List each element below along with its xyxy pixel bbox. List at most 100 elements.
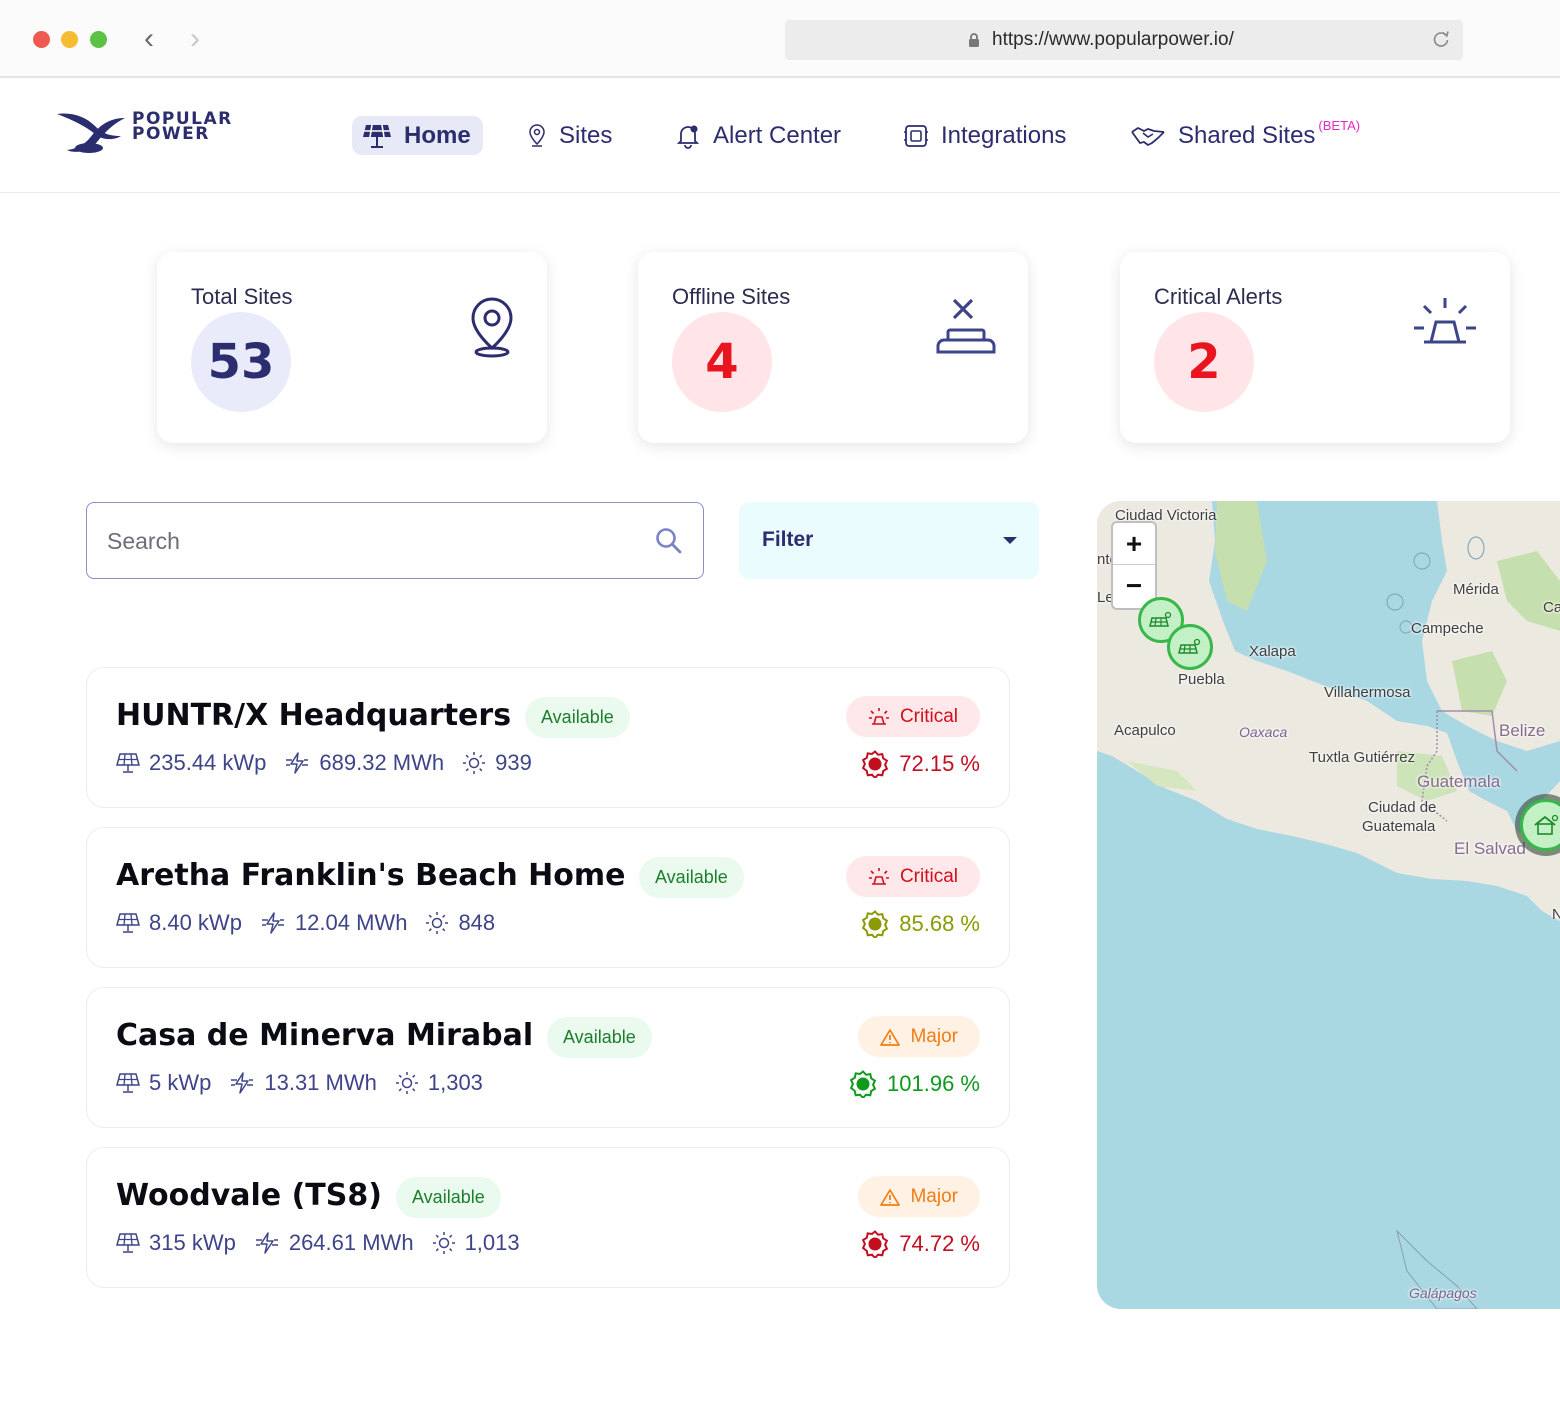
energy-metric: 13.31 MWh bbox=[229, 1070, 377, 1096]
map-label-merida: Mérida bbox=[1453, 581, 1499, 598]
severity-badge[interactable]: Major bbox=[858, 1176, 980, 1217]
energy-bolt-icon bbox=[255, 1232, 278, 1254]
lock-icon bbox=[969, 33, 979, 47]
severity-icon-slot bbox=[880, 1188, 910, 1206]
energy-bolt-icon bbox=[286, 752, 309, 774]
energy-value: 264.61 MWh bbox=[288, 1230, 414, 1255]
performance-icon-slot bbox=[861, 910, 899, 938]
site-name[interactable]: Casa de Minerva Mirabal bbox=[116, 1018, 533, 1053]
integrations-icon bbox=[904, 124, 928, 147]
warning-triangle-icon bbox=[880, 1188, 901, 1206]
map-label-ciudad-de-guatemala: Ciudad de bbox=[1368, 799, 1437, 816]
window-maximize-button[interactable] bbox=[90, 31, 107, 48]
popular-power-logo-icon[interactable] bbox=[55, 110, 127, 154]
capacity-metric: 235.44 kWp bbox=[116, 750, 266, 776]
home-site-icon bbox=[1534, 814, 1559, 835]
nav-shared-sites-label: Shared Sites bbox=[1178, 121, 1316, 149]
caret-down-icon bbox=[1003, 537, 1017, 544]
offline-sites-label: Offline Sites bbox=[672, 284, 791, 309]
map-label-el-salvador: El Salvad bbox=[1454, 839, 1526, 858]
irradiance-value: 1,013 bbox=[464, 1230, 520, 1255]
map-label-belize: Belize bbox=[1499, 721, 1546, 740]
zoom-in-button[interactable]: + bbox=[1113, 523, 1155, 565]
map-label-edge: Ca bbox=[1543, 599, 1560, 616]
nav-shared-sites[interactable]: Shared Sites (BETA) bbox=[1130, 116, 1360, 155]
warning-triangle-icon bbox=[880, 1028, 901, 1046]
sites-map[interactable]: Ciudad Victoria nte Le Mérida Ca Campech… bbox=[1097, 501, 1560, 1309]
site-metrics: 8.40 kWp 12.04 MWh 848 bbox=[116, 910, 513, 936]
search-input[interactable] bbox=[107, 523, 627, 559]
map-label-puebla: Puebla bbox=[1178, 671, 1225, 688]
status-badge: Available bbox=[639, 857, 744, 898]
performance-icon-slot bbox=[861, 750, 899, 778]
capacity-metric: 5 kWp bbox=[116, 1070, 211, 1096]
nav-sites[interactable]: Sites bbox=[527, 116, 612, 155]
window-close-button[interactable] bbox=[33, 31, 50, 48]
irradiance-metric: 939 bbox=[462, 750, 532, 776]
solar-panel-icon bbox=[116, 1073, 140, 1093]
total-sites-label: Total Sites bbox=[191, 284, 293, 309]
reload-icon[interactable] bbox=[1431, 29, 1451, 49]
location-pin-icon bbox=[529, 123, 545, 147]
site-card[interactable]: HUNTR/X Headquarters Available 235.44 kW… bbox=[86, 667, 1010, 808]
nav-home[interactable]: Home bbox=[352, 116, 483, 155]
site-name[interactable]: Woodvale (TS8) bbox=[116, 1178, 382, 1213]
solar-panel-icon bbox=[116, 913, 140, 933]
site-card[interactable]: Woodvale (TS8) Available 315 kWp 264.61 … bbox=[86, 1147, 1010, 1288]
severity-icon-slot bbox=[868, 707, 900, 727]
offline-sites-card: Offline Sites 4 bbox=[638, 252, 1028, 443]
forward-arrow-icon[interactable]: › bbox=[190, 22, 200, 56]
nav-integrations[interactable]: Integrations bbox=[903, 116, 1066, 155]
site-card[interactable]: Casa de Minerva Mirabal Available 5 kWp … bbox=[86, 987, 1010, 1128]
energy-value: 689.32 MWh bbox=[319, 750, 445, 775]
brand-line2: POWER bbox=[132, 124, 210, 144]
nav-home-label: Home bbox=[404, 121, 471, 149]
window-minimize-button[interactable] bbox=[61, 31, 78, 48]
performance-icon-slot bbox=[861, 1230, 899, 1258]
irradiance-value: 939 bbox=[495, 750, 532, 775]
solar-panel-icon bbox=[363, 124, 391, 148]
nav-integrations-label: Integrations bbox=[941, 121, 1067, 149]
sun-icon bbox=[426, 912, 449, 934]
map-label-xalapa: Xalapa bbox=[1249, 643, 1296, 660]
back-arrow-icon[interactable]: ‹ bbox=[144, 22, 154, 56]
irradiance-metric: 1,013 bbox=[432, 1230, 520, 1256]
map-site-marker[interactable] bbox=[1167, 624, 1213, 670]
severity-badge[interactable]: Major bbox=[858, 1016, 980, 1057]
status-badge: Available bbox=[525, 697, 630, 738]
performance-value: 101.96 % bbox=[887, 1071, 980, 1096]
map-zoom-control: + − bbox=[1111, 521, 1157, 610]
map-label-ciudad-de-guatemala: Guatemala bbox=[1362, 818, 1436, 835]
siren-icon bbox=[1414, 298, 1476, 344]
offline-sites-count: 4 bbox=[672, 312, 772, 412]
search-icon[interactable] bbox=[655, 527, 683, 555]
performance-ratio: 85.68 % bbox=[861, 910, 980, 938]
energy-metric: 264.61 MWh bbox=[254, 1230, 414, 1256]
site-name[interactable]: Aretha Franklin's Beach Home bbox=[116, 858, 625, 893]
severity-badge[interactable]: Critical bbox=[845, 856, 980, 897]
sun-icon bbox=[395, 1072, 418, 1094]
alert-bell-icon bbox=[676, 125, 700, 149]
brand-wordmark: POPULAR POWER bbox=[132, 111, 233, 144]
filter-label: Filter bbox=[762, 528, 814, 551]
map-label-guatemala: Guatemala bbox=[1417, 772, 1501, 791]
map-label-tuxtla: Tuxtla Gutiérrez bbox=[1309, 749, 1416, 766]
total-sites-card: Total Sites 53 bbox=[157, 252, 547, 443]
severity-badge[interactable]: Critical bbox=[845, 696, 980, 737]
sun-icon bbox=[432, 1232, 455, 1254]
filter-dropdown[interactable]: Filter bbox=[739, 502, 1039, 579]
map-label-oaxaca: Oaxaca bbox=[1239, 724, 1288, 740]
irradiance-value: 1,303 bbox=[427, 1070, 483, 1095]
solar-site-icon bbox=[1178, 638, 1201, 654]
map-label-acapulco: Acapulco bbox=[1114, 722, 1176, 739]
performance-icon-slot bbox=[849, 1070, 887, 1098]
url-text: https://www.popularpower.io/ bbox=[992, 29, 1234, 50]
nav-alert-center[interactable]: Alert Center bbox=[675, 116, 841, 155]
performance-gear-icon bbox=[849, 1070, 877, 1098]
address-bar[interactable]: https://www.popularpower.io/ bbox=[785, 20, 1463, 60]
site-name[interactable]: HUNTR/X Headquarters bbox=[116, 698, 511, 733]
performance-gear-icon bbox=[862, 910, 889, 938]
site-card[interactable]: Aretha Franklin's Beach Home Available 8… bbox=[86, 827, 1010, 968]
beta-badge: (BETA) bbox=[1318, 118, 1361, 133]
siren-icon bbox=[868, 707, 889, 725]
